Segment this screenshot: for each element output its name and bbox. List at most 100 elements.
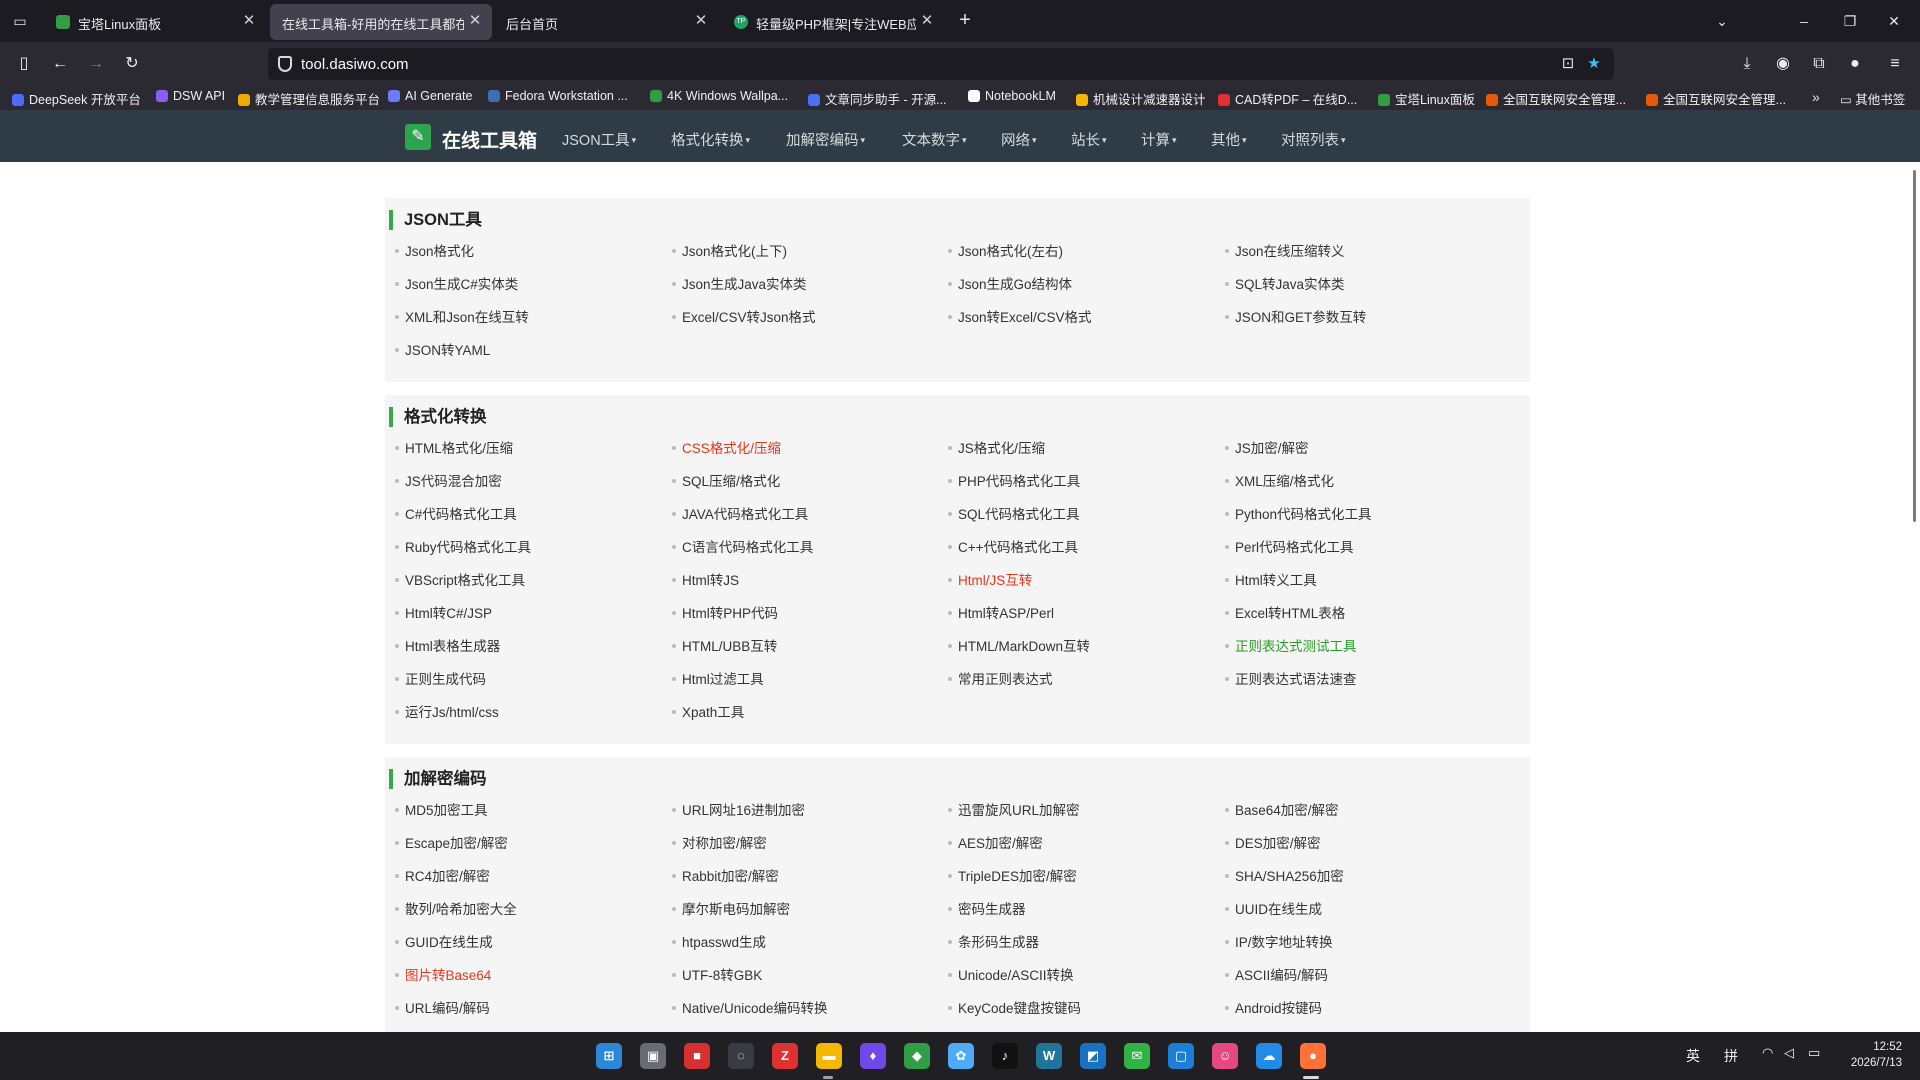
vertical-scrollbar[interactable] — [1910, 162, 1920, 1032]
tool-link[interactable]: JAVA代码格式化工具 — [672, 505, 808, 525]
nav-menu-item[interactable]: 文本数字 ▾ — [902, 129, 967, 150]
tool-link[interactable]: HTML格式化/压缩 — [395, 439, 513, 459]
start-icon[interactable]: ⊞ — [596, 1043, 622, 1069]
site-logo-text[interactable]: 在线工具箱 — [442, 126, 537, 153]
ime-language[interactable]: 英 — [1686, 1046, 1700, 1066]
tool-link[interactable]: SQL压缩/格式化 — [672, 472, 780, 492]
tool-link[interactable]: KeyCode键盘按键码 — [948, 999, 1081, 1019]
tool-link[interactable]: URL网址16进制加密 — [672, 801, 805, 821]
tool-link[interactable]: ASCII编码/解码 — [1225, 966, 1328, 986]
other-bookmarks-folder[interactable]: ▭ 其他书签 — [1840, 89, 1905, 107]
tool-link[interactable]: Json转Excel/CSV格式 — [948, 308, 1092, 328]
tool-link[interactable]: C#代码格式化工具 — [395, 505, 517, 525]
bookmark-item[interactable]: AI Generate — [388, 89, 472, 107]
tool-link[interactable]: Json格式化 — [395, 242, 474, 262]
tool-link[interactable]: HTML/UBB互转 — [672, 637, 777, 657]
close-icon[interactable]: ✕ — [240, 12, 258, 30]
tool-link[interactable]: Json格式化(左右) — [948, 242, 1063, 262]
close-window-icon[interactable]: ✕ — [1880, 8, 1908, 34]
tool-link[interactable]: Html转JS — [672, 571, 739, 591]
volume-icon[interactable]: ◁ — [1784, 1045, 1794, 1061]
profile-avatar-icon[interactable]: ● — [1842, 51, 1868, 77]
reload-icon[interactable]: ↻ — [119, 51, 145, 77]
back-arrow-icon[interactable]: ← — [47, 51, 73, 77]
tool-link[interactable]: 散列/哈希加密大全 — [395, 900, 517, 920]
close-icon[interactable]: ✕ — [692, 12, 710, 30]
wechat-icon[interactable]: ✉ — [1124, 1043, 1150, 1069]
tool-link[interactable]: PHP代码格式化工具 — [948, 472, 1080, 492]
tool-link[interactable]: Ruby代码格式化工具 — [395, 538, 531, 558]
tool-link[interactable]: JSON转YAML — [395, 341, 490, 361]
tab-bt-panel[interactable]: 宝塔Linux面板 ✕ — [44, 4, 266, 40]
close-icon[interactable]: ✕ — [918, 12, 936, 30]
wrench-logo-icon[interactable]: ✎ — [405, 124, 431, 150]
tool-link[interactable]: Html过滤工具 — [672, 670, 764, 690]
tool-link[interactable]: Excel转HTML表格 — [1225, 604, 1345, 624]
battery-icon[interactable]: ▭ — [1808, 1045, 1820, 1061]
nav-menu-item[interactable]: 其他 ▾ — [1211, 129, 1247, 150]
nav-menu-item[interactable]: 加解密编码 ▾ — [786, 129, 865, 150]
task-view-icon[interactable]: ▣ — [640, 1043, 666, 1069]
bookmark-item[interactable]: DSW API — [156, 89, 225, 107]
app-z-icon[interactable]: Z — [772, 1043, 798, 1069]
wifi-icon[interactable]: ◠ — [1762, 1045, 1773, 1061]
tool-link[interactable]: Unicode/ASCII转换 — [948, 966, 1074, 986]
bookmark-item[interactable]: DeepSeek 开放平台 — [12, 89, 141, 107]
tool-link[interactable]: Json格式化(上下) — [672, 242, 787, 262]
forward-arrow-icon[interactable]: → — [83, 51, 109, 77]
tool-link[interactable]: SQL转Java实体类 — [1225, 275, 1345, 295]
wordpress-icon[interactable]: W — [1036, 1043, 1062, 1069]
tool-link[interactable]: TripleDES加密/解密 — [948, 867, 1077, 887]
tool-link[interactable]: 迅雷旋风URL加解密 — [948, 801, 1080, 821]
tool-link[interactable]: SQL代码格式化工具 — [948, 505, 1080, 525]
bookmark-item[interactable]: 机械设计减速器设计 — [1076, 89, 1206, 107]
tool-link[interactable]: 密码生成器 — [948, 900, 1026, 920]
tool-link[interactable]: UTF-8转GBK — [672, 966, 762, 986]
tab-list-chevron-down-icon[interactable]: ⌄ — [1708, 8, 1736, 34]
tool-link[interactable]: CSS格式化/压缩 — [672, 439, 781, 459]
nav-menu-item[interactable]: 站长 ▾ — [1071, 129, 1107, 150]
tool-link[interactable]: Json在线压缩转义 — [1225, 242, 1345, 262]
bookmark-star-icon[interactable]: ★ — [1584, 54, 1604, 74]
app-cloud2-icon[interactable]: ☁ — [1256, 1043, 1282, 1069]
tool-link[interactable]: JSON和GET参数互转 — [1225, 308, 1366, 328]
close-icon[interactable]: ✕ — [466, 12, 484, 30]
bookmark-item[interactable]: 教学管理信息服务平台 — [238, 89, 380, 107]
tool-link[interactable]: Json生成C#实体类 — [395, 275, 518, 295]
tab-overview-icon[interactable]: ▭ — [9, 10, 31, 32]
menu-hamburger-icon[interactable]: ≡ — [1882, 51, 1908, 77]
tool-link[interactable]: URL编码/解码 — [395, 999, 490, 1019]
file-explorer-icon[interactable]: ▬ — [816, 1043, 842, 1069]
download-icon[interactable]: ⤓ — [1734, 51, 1760, 77]
tool-link[interactable]: GUID在线生成 — [395, 933, 493, 953]
sidebar-toggle-icon[interactable]: ▯ — [11, 51, 37, 77]
bookmark-item[interactable]: 文章同步助手 - 开源... — [808, 89, 947, 107]
tool-link[interactable]: 对称加密/解密 — [672, 834, 767, 854]
bookmark-item[interactable]: Fedora Workstation ... — [488, 89, 628, 107]
tool-link[interactable]: Python代码格式化工具 — [1225, 505, 1372, 525]
tool-link[interactable]: XML压缩/格式化 — [1225, 472, 1334, 492]
reader-view-icon[interactable]: ⊡ — [1558, 54, 1578, 74]
tool-link[interactable]: Json生成Go结构体 — [948, 275, 1072, 295]
tool-link[interactable]: Perl代码格式化工具 — [1225, 538, 1354, 558]
bt-panel-icon[interactable]: ◆ — [904, 1043, 930, 1069]
tool-link[interactable]: Html表格生成器 — [395, 637, 500, 657]
tool-link[interactable]: 图片转Base64 — [395, 966, 491, 986]
tab-online-toolbox[interactable]: 在线工具箱-好用的在线工具都在这 ✕ — [270, 4, 492, 40]
new-tab-plus-icon[interactable]: + — [954, 10, 976, 32]
tool-link[interactable]: Html转ASP/Perl — [948, 604, 1054, 624]
tool-link[interactable]: VBScript格式化工具 — [395, 571, 525, 591]
more-bookmarks-chevron-icon[interactable]: » — [1812, 89, 1820, 107]
extensions-icon[interactable]: ⧉ — [1806, 51, 1832, 77]
shield-icon[interactable] — [278, 56, 292, 72]
tool-link[interactable]: 正则表达式测试工具 — [1225, 637, 1357, 657]
app-cloud-icon[interactable]: ✿ — [948, 1043, 974, 1069]
tool-link[interactable]: DES加密/解密 — [1225, 834, 1321, 854]
nav-menu-item[interactable]: 计算 ▾ — [1141, 129, 1177, 150]
tool-link[interactable]: Html转义工具 — [1225, 571, 1317, 591]
tool-link[interactable]: 条形码生成器 — [948, 933, 1039, 953]
firefox-icon[interactable]: ● — [1300, 1043, 1326, 1069]
tool-link[interactable]: Escape加密/解密 — [395, 834, 508, 854]
tool-link[interactable]: 常用正则表达式 — [948, 670, 1053, 690]
tiktok-icon[interactable]: ♪ — [992, 1043, 1018, 1069]
